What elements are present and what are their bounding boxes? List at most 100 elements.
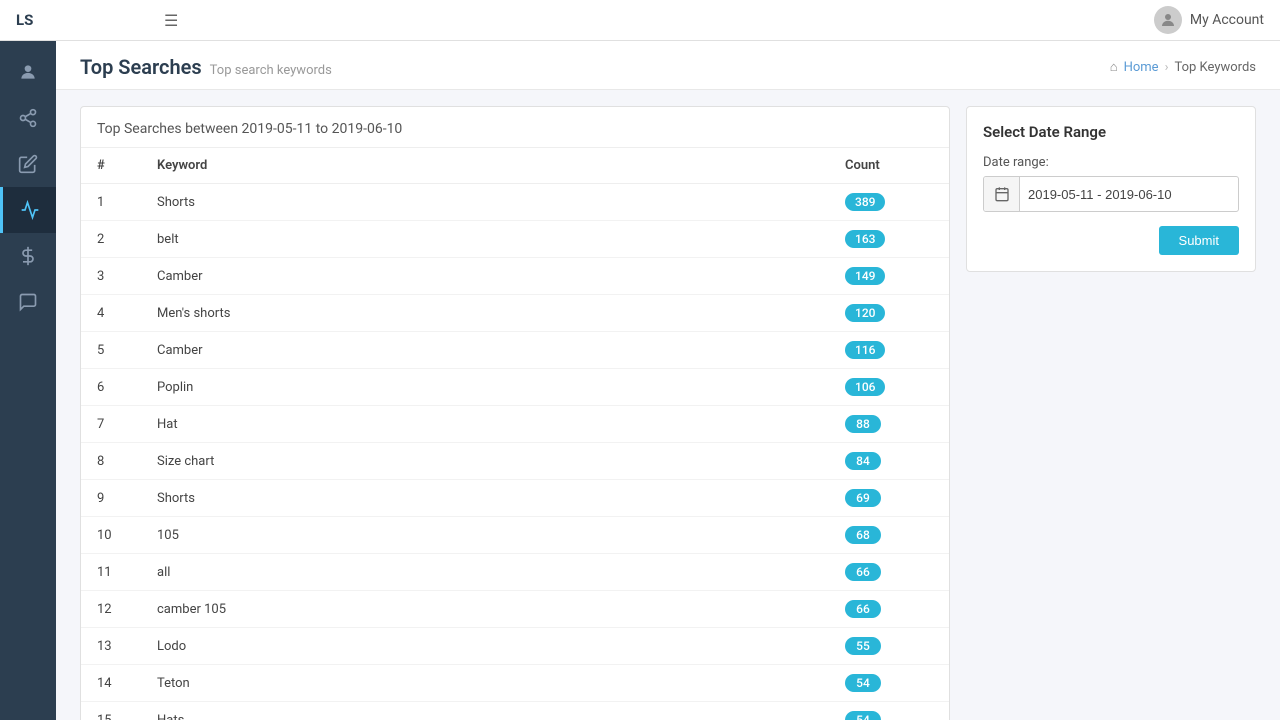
date-input-wrapper — [983, 176, 1239, 212]
table-row: 11 all 66 — [81, 554, 949, 591]
row-num: 2 — [81, 221, 141, 258]
sidebar-item-chat[interactable] — [0, 279, 56, 325]
page-title-section: Top Searches Top search keywords — [80, 55, 332, 79]
row-num: 6 — [81, 369, 141, 406]
row-count: 69 — [829, 480, 949, 517]
topbar: LS ☰ My Account — [0, 0, 1280, 41]
table-row: 6 Poplin 106 — [81, 369, 949, 406]
breadcrumb-current: Top Keywords — [1174, 60, 1256, 75]
row-num: 10 — [81, 517, 141, 554]
sidebar — [0, 0, 56, 720]
row-keyword: Shorts — [141, 480, 829, 517]
account-label[interactable]: My Account — [1190, 12, 1264, 28]
table-panel: Top Searches between 2019-05-11 to 2019-… — [80, 106, 950, 720]
row-num: 12 — [81, 591, 141, 628]
table-row: 15 Hats 54 — [81, 702, 949, 720]
row-keyword: Camber — [141, 332, 829, 369]
row-count: 106 — [829, 369, 949, 406]
row-count: 54 — [829, 702, 949, 720]
row-keyword: Poplin — [141, 369, 829, 406]
row-count: 55 — [829, 628, 949, 665]
row-keyword: Men's shorts — [141, 295, 829, 332]
date-card-title: Select Date Range — [983, 123, 1239, 141]
main-content: Top Searches Top search keywords ⌂ Home … — [56, 0, 1280, 720]
breadcrumb-sep: › — [1165, 60, 1169, 75]
row-keyword: Size chart — [141, 443, 829, 480]
row-num: 4 — [81, 295, 141, 332]
col-keyword: Keyword — [141, 148, 829, 184]
topbar-logo: LS — [16, 11, 156, 29]
row-count: 120 — [829, 295, 949, 332]
row-num: 8 — [81, 443, 141, 480]
sidebar-item-money[interactable] — [0, 233, 56, 279]
row-num: 13 — [81, 628, 141, 665]
table-row: 1 Shorts 389 — [81, 184, 949, 221]
breadcrumb-home[interactable]: Home — [1124, 60, 1159, 75]
table-header-row: Top Searches between 2019-05-11 to 2019-… — [81, 107, 949, 148]
row-num: 7 — [81, 406, 141, 443]
row-num: 1 — [81, 184, 141, 221]
submit-button[interactable]: Submit — [1159, 226, 1239, 255]
row-count: 149 — [829, 258, 949, 295]
row-num: 5 — [81, 332, 141, 369]
row-count: 116 — [829, 332, 949, 369]
row-count: 68 — [829, 517, 949, 554]
table-title: Top Searches between 2019-05-11 to 2019-… — [97, 121, 402, 137]
row-num: 14 — [81, 665, 141, 702]
avatar — [1154, 6, 1182, 34]
topbar-right: My Account — [1154, 6, 1264, 34]
row-keyword: Lodo — [141, 628, 829, 665]
row-count: 389 — [829, 184, 949, 221]
row-count: 84 — [829, 443, 949, 480]
page-header: Top Searches Top search keywords ⌂ Home … — [56, 41, 1280, 90]
row-count: 88 — [829, 406, 949, 443]
row-keyword: Shorts — [141, 184, 829, 221]
table-row: 7 Hat 88 — [81, 406, 949, 443]
row-count: 66 — [829, 554, 949, 591]
row-keyword: Teton — [141, 665, 829, 702]
row-keyword: belt — [141, 221, 829, 258]
date-label: Date range: — [983, 155, 1239, 170]
table-row: 3 Camber 149 — [81, 258, 949, 295]
sidebar-item-share[interactable] — [0, 95, 56, 141]
table-row: 10 105 68 — [81, 517, 949, 554]
row-keyword: Hats — [141, 702, 829, 720]
row-keyword: Hat — [141, 406, 829, 443]
sidebar-item-avatar[interactable] — [0, 49, 56, 95]
date-range-input[interactable] — [1020, 181, 1238, 208]
date-panel: Select Date Range Date range: Submit — [966, 106, 1256, 720]
row-num: 15 — [81, 702, 141, 720]
row-num: 9 — [81, 480, 141, 517]
row-count: 54 — [829, 665, 949, 702]
row-num: 11 — [81, 554, 141, 591]
hamburger-button[interactable]: ☰ — [164, 11, 178, 30]
col-num: # — [81, 148, 141, 184]
row-count: 163 — [829, 221, 949, 258]
sidebar-item-analytics[interactable] — [0, 187, 56, 233]
table-row: 14 Teton 54 — [81, 665, 949, 702]
searches-table: # Keyword Count 1 Shorts 389 2 belt 1 6 3 … — [81, 148, 949, 720]
sidebar-item-edit[interactable] — [0, 141, 56, 187]
col-count: Count — [829, 148, 949, 184]
row-keyword: 105 — [141, 517, 829, 554]
date-card: Select Date Range Date range: Submit — [966, 106, 1256, 272]
row-keyword: camber 105 — [141, 591, 829, 628]
table-row: 9 Shorts 69 — [81, 480, 949, 517]
breadcrumb: ⌂ Home › Top Keywords — [1110, 59, 1256, 75]
content-area: Top Searches between 2019-05-11 to 2019-… — [56, 90, 1280, 720]
row-count: 66 — [829, 591, 949, 628]
row-keyword: Camber — [141, 258, 829, 295]
calendar-icon[interactable] — [984, 177, 1020, 211]
home-icon: ⌂ — [1110, 59, 1118, 75]
table-row: 4 Men's shorts 120 — [81, 295, 949, 332]
row-keyword: all — [141, 554, 829, 591]
table-row: 2 belt 163 — [81, 221, 949, 258]
page-title: Top Searches — [80, 55, 202, 79]
table-row: 5 Camber 116 — [81, 332, 949, 369]
nav-items — [0, 49, 56, 325]
table-row: 13 Lodo 55 — [81, 628, 949, 665]
page-subtitle: Top search keywords — [210, 63, 332, 78]
logo-text: LS — [16, 11, 33, 29]
table-row: 12 camber 105 66 — [81, 591, 949, 628]
row-num: 3 — [81, 258, 141, 295]
